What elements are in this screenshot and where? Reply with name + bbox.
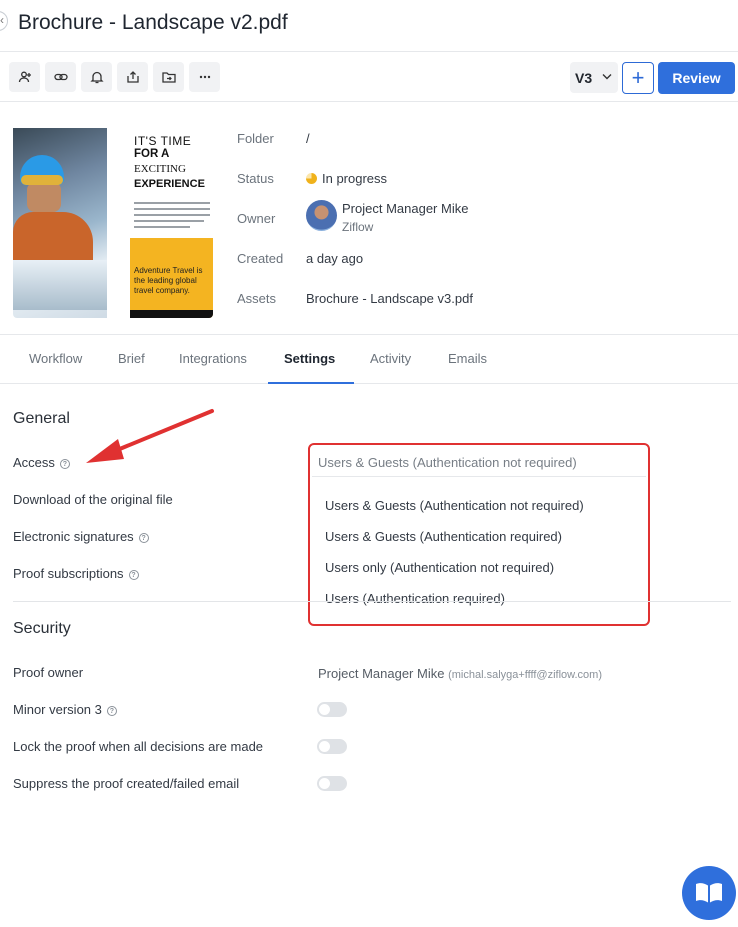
chevron-down-icon xyxy=(602,74,612,80)
thumbnail-splash xyxy=(13,260,107,310)
access-label: Access xyxy=(13,455,55,470)
annotation-arrow-icon xyxy=(86,409,214,463)
move-to-folder-button[interactable] xyxy=(153,62,184,92)
status-value: In progress xyxy=(322,171,388,186)
toolbar: V3 + Review xyxy=(0,52,738,102)
thumbnail-goggles xyxy=(21,175,63,185)
avatar xyxy=(306,200,337,231)
tab-brief[interactable]: Brief xyxy=(118,351,145,366)
proof-owner-name: Project Manager Mike xyxy=(318,666,445,681)
share-icon xyxy=(126,71,139,83)
thumbnail-footer-text: Adventure Travel is the leading global t… xyxy=(134,266,203,295)
add-user-button[interactable] xyxy=(9,62,40,92)
copy-link-button[interactable] xyxy=(45,62,76,92)
highlight-box xyxy=(308,443,650,626)
page-title: Brochure - Landscape v2.pdf xyxy=(18,11,288,34)
thumbnail-text-line xyxy=(134,208,210,210)
header: ‹ Brochure - Landscape v2.pdf xyxy=(0,0,738,52)
security-section-title: Security xyxy=(13,620,71,637)
thumbnail-black-bar xyxy=(130,310,213,318)
version-value: V3 xyxy=(575,69,593,86)
proof-owner-label: Proof owner xyxy=(13,665,84,680)
suppress-email-row: Suppress the proof created/failed email xyxy=(13,776,239,791)
proof-owner-value: Project Manager Mike (michal.salyga+ffff… xyxy=(318,666,602,681)
share-button[interactable] xyxy=(117,62,148,92)
notifications-button[interactable] xyxy=(81,62,112,92)
subscriptions-row: Proof subscriptions? xyxy=(13,566,139,581)
tab-bar: Workflow Brief Integrations Settings Act… xyxy=(0,334,738,384)
minor-version-label: Minor version 3 xyxy=(13,702,102,717)
thumbnail-jacket xyxy=(13,212,93,262)
help-icon[interactable]: ? xyxy=(128,569,139,580)
section-divider xyxy=(13,601,731,602)
more-button[interactable] xyxy=(189,62,220,92)
lock-proof-label: Lock the proof when all decisions are ma… xyxy=(13,739,264,754)
suppress-email-toggle[interactable] xyxy=(317,776,347,791)
proof-thumbnail[interactable]: IT'S TIME FOR A EXCITING EXPERIENCE Adve… xyxy=(13,120,213,318)
help-icon[interactable]: ? xyxy=(106,705,117,716)
active-tab-indicator xyxy=(268,382,354,384)
tab-activity[interactable]: Activity xyxy=(370,351,411,366)
thumbnail-heading-1: IT'S TIME xyxy=(134,134,192,148)
add-version-button[interactable]: + xyxy=(622,62,654,94)
help-icon[interactable]: ? xyxy=(138,532,149,543)
tab-integrations[interactable]: Integrations xyxy=(179,351,247,366)
move-folder-icon xyxy=(161,72,176,83)
assets-label: Assets xyxy=(237,291,277,306)
assets-value[interactable]: Brochure - Landscape v3.pdf xyxy=(306,291,473,306)
thumbnail-text-line xyxy=(134,226,190,228)
tab-emails[interactable]: Emails xyxy=(448,351,487,366)
link-icon xyxy=(53,73,68,81)
folder-label: Folder xyxy=(237,131,274,146)
proof-owner-email: (michal.salyga+ffff@ziflow.com) xyxy=(448,669,602,681)
created-value: a day ago xyxy=(306,251,364,266)
tab-workflow[interactable]: Workflow xyxy=(29,351,82,366)
thumbnail-face xyxy=(27,182,61,212)
bell-icon xyxy=(89,71,104,84)
created-label: Created xyxy=(237,251,284,266)
lock-proof-row: Lock the proof when all decisions are ma… xyxy=(13,739,263,754)
minor-version-toggle[interactable] xyxy=(317,702,347,717)
download-row: Download of the original file xyxy=(13,492,173,507)
lock-proof-toggle[interactable] xyxy=(317,739,347,754)
thumbnail-text-line xyxy=(134,202,210,204)
help-icon[interactable]: ? xyxy=(59,458,70,469)
add-user-icon xyxy=(18,71,31,83)
back-button[interactable]: ‹ xyxy=(0,11,8,31)
subscriptions-label: Proof subscriptions xyxy=(13,566,124,581)
book-icon xyxy=(696,883,722,903)
thumbnail-text-line xyxy=(134,214,210,216)
folder-value[interactable]: / xyxy=(306,131,310,146)
suppress-email-label: Suppress the proof created/failed email xyxy=(13,776,240,791)
status-progress-icon xyxy=(306,173,317,184)
more-icon xyxy=(199,75,210,79)
version-select[interactable]: V3 xyxy=(570,62,618,93)
esign-label: Electronic signatures xyxy=(13,529,134,544)
status-label: Status xyxy=(237,171,274,186)
minor-version-row: Minor version 3? xyxy=(13,702,117,717)
thumbnail-heading-4: EXPERIENCE xyxy=(134,178,205,190)
general-section-title: General xyxy=(13,410,70,427)
owner-org: Ziflow xyxy=(342,220,374,234)
thumbnail-text-line xyxy=(134,220,204,222)
tab-settings[interactable]: Settings xyxy=(284,351,335,366)
proof-owner-row: Proof owner xyxy=(13,665,83,680)
chevron-left-icon: ‹ xyxy=(0,13,4,27)
owner-name: Project Manager Mike xyxy=(342,201,469,216)
thumbnail-heading-3: EXCITING xyxy=(134,163,186,175)
help-center-button[interactable] xyxy=(682,866,736,920)
esign-row: Electronic signatures? xyxy=(13,529,149,544)
thumbnail-heading-2: FOR A xyxy=(134,148,170,160)
download-label: Download of the original file xyxy=(13,492,173,507)
review-button[interactable]: Review xyxy=(658,62,735,94)
access-row: Access? xyxy=(13,455,70,470)
owner-label: Owner xyxy=(237,211,276,226)
